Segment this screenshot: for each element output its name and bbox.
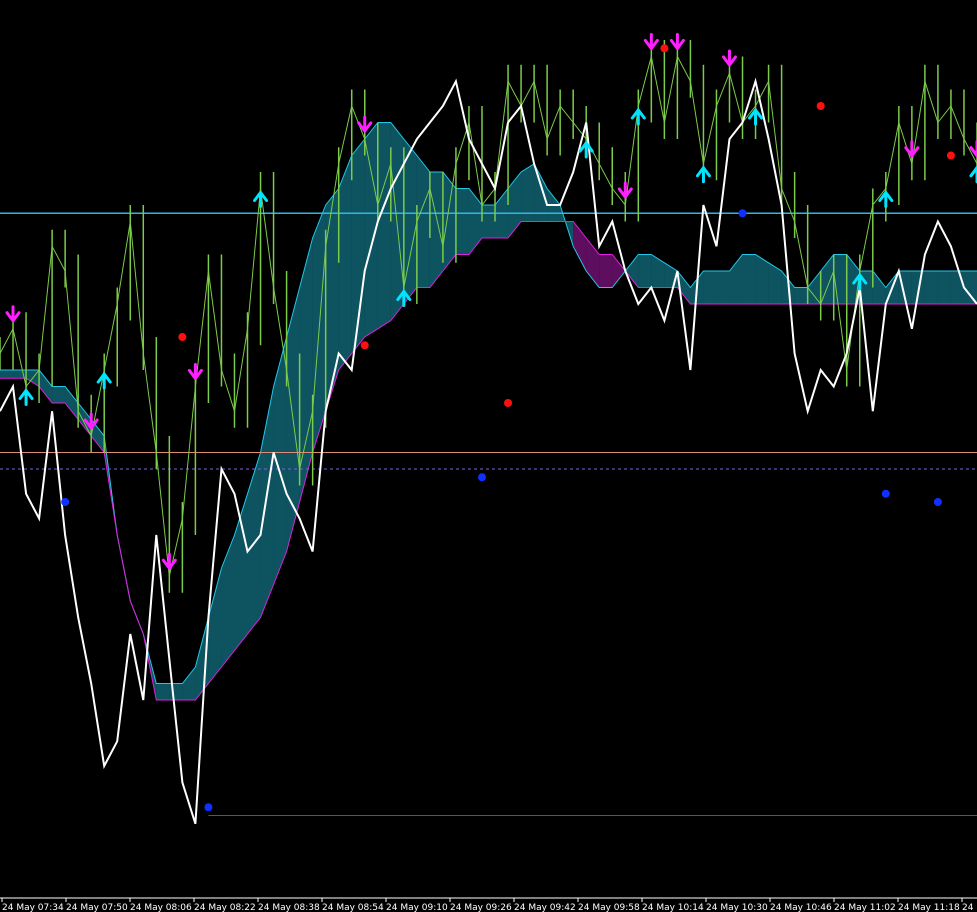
high-dot	[178, 333, 187, 341]
x-tick-label: 24 May 11:18	[898, 903, 960, 912]
cloud-segment	[481, 205, 496, 238]
cloud-segment	[924, 271, 938, 304]
x-tick-label: 24 May 09:42	[514, 903, 576, 912]
cloud-segment	[455, 188, 469, 255]
cloud-segment	[429, 172, 443, 288]
cloud-segment	[937, 271, 951, 304]
cloud-segment	[416, 155, 430, 288]
cloud-segment	[638, 254, 652, 288]
cloud-segment	[742, 254, 756, 304]
cloud-segment	[338, 155, 352, 370]
cloud-segment	[794, 287, 808, 304]
price-chart: 24 May 07:34 24 May 07:50 24 May 08:06 24 M…	[0, 0, 977, 912]
low-dot	[881, 489, 890, 498]
high-dot	[816, 102, 825, 110]
cloud-segment	[703, 271, 717, 304]
low-dot	[738, 209, 747, 218]
cloud-segment	[950, 271, 964, 304]
x-tick-label: 24 M	[962, 903, 977, 912]
x-tick-label: 24 May 07:50	[66, 903, 128, 912]
low-dot	[61, 498, 70, 506]
chart-background	[0, 0, 977, 912]
x-tick-label: 24 May 11:02	[834, 903, 896, 912]
low-dot	[477, 473, 486, 482]
x-tick-label: 24 May 08:38	[258, 903, 320, 912]
low-dot	[933, 498, 942, 506]
cloud-segment	[599, 254, 613, 288]
x-tick-label: 24 May 10:14	[642, 903, 704, 912]
cloud-segment	[156, 683, 170, 700]
cloud-segment	[52, 386, 66, 403]
high-dot	[660, 44, 669, 53]
high-dot	[504, 399, 513, 407]
cloud-segment	[716, 271, 730, 304]
x-tick-label: 24 May 08:06	[130, 903, 192, 912]
x-tick-label: 24 May 08:54	[322, 903, 384, 912]
x-tick-label: 24 May 10:46	[770, 903, 832, 912]
x-tick-label: 24 May 09:58	[578, 903, 640, 912]
cloud-segment	[377, 122, 391, 329]
high-dot	[946, 151, 955, 160]
high-dot	[360, 341, 369, 350]
x-tick-label: 24 May 10:30	[706, 903, 768, 912]
x-tick-label: 24 May 08:22	[194, 903, 256, 912]
cloud-segment	[0, 370, 14, 379]
cloud-segment	[963, 271, 977, 304]
cloud-segment	[833, 254, 847, 304]
low-dot	[204, 803, 213, 812]
x-tick-label: 24 May 07:34	[2, 903, 64, 912]
x-tick-label: 24 May 09:26	[450, 903, 512, 912]
x-tick-label: 24 May 09:10	[386, 903, 448, 912]
